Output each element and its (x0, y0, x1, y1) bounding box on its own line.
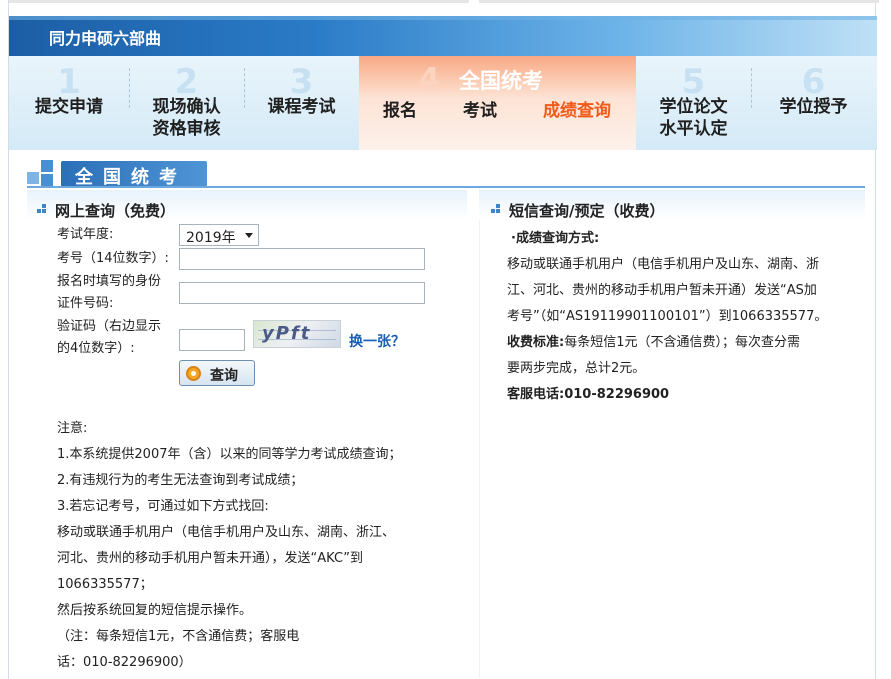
substep-score-query[interactable]: 成绩查询 (543, 96, 611, 121)
online-query-panel: 网上查询（免费） (27, 190, 467, 220)
query-button[interactable]: 查询 (179, 360, 255, 386)
section-divider (27, 186, 865, 188)
step-6[interactable]: 6 学位授予 (751, 56, 876, 150)
exam-number-input[interactable] (179, 248, 425, 270)
page-title: 同力申硕六部曲 (49, 29, 162, 48)
year-value: 2019年 (186, 230, 236, 246)
note-line: 注意: (57, 421, 88, 436)
notes-block: 注意: 1.本系统提供2007年（含）以来的同等学力考试成绩查询； 2.有违规行… (57, 416, 437, 676)
note-line: 河北、贵州的移动手机用户暂未开通），发送“AKC”到 (57, 551, 363, 566)
step-5[interactable]: 5 学位论文 水平认定 (636, 56, 751, 150)
refresh-captcha-link[interactable]: 换一张？ (349, 331, 405, 351)
step-1[interactable]: 1 提交申请 (9, 56, 129, 150)
step-label: 提交申请 (35, 97, 103, 117)
fee-label: 收费标准: (507, 335, 565, 350)
title-bar: 同力申硕六部曲 (9, 16, 877, 56)
bullet-squares-icon (37, 204, 47, 214)
captcha-image[interactable]: yPft (253, 320, 341, 348)
search-icon (186, 366, 201, 381)
method-text: 移动或联通手机用户（电信手机用户及山东、湖南、浙 (507, 257, 820, 272)
query-button-label: 查询 (210, 368, 238, 384)
step-4-active: 4 全国统考 报名 考试 成绩查询 (359, 56, 636, 150)
substep-exam[interactable]: 考试 (463, 96, 497, 121)
step-label: 课程考试 (267, 97, 336, 117)
id-number-input[interactable] (179, 282, 425, 304)
decor-square-icon (41, 160, 53, 172)
fee-text: 每条短信1元（不含通信费）；每次查分需 (564, 335, 800, 350)
step-label: 现场确认 (152, 97, 221, 117)
top-divider (479, 0, 879, 3)
bullet-squares-icon (491, 204, 501, 214)
method-text: 江、河北、贵州的移动手机用户暂未开通）发送“AS加 (507, 283, 817, 298)
step-title: 全国统考 (459, 69, 543, 93)
step-2[interactable]: 2 现场确认 资格审核 (129, 56, 244, 150)
note-line: 话：010-82296900） (57, 655, 192, 670)
section-header: 全国统考 (27, 158, 207, 188)
captcha-text: yPft (262, 323, 312, 344)
sms-query-title: 短信查询/预定（收费） (509, 202, 665, 220)
captcha-label: 验证码（右边显示 的4位数字）: (57, 319, 162, 356)
id-number-label: 报名时填写的身份 证件号码: (57, 274, 162, 311)
note-line: （注：每条短信1元，不含通信费；客服电 (57, 629, 300, 644)
substep-register[interactable]: 报名 (383, 96, 417, 121)
step-3[interactable]: 3 课程考试 (244, 56, 359, 150)
method-text: 考号”（如“AS19119901100101”）到1066335577。 (507, 309, 828, 324)
steps-nav: 1 提交申请 2 现场确认 资格审核 3 课程考试 4 全国统考 报名 考试 成… (9, 56, 877, 150)
captcha-input[interactable] (179, 329, 245, 351)
sms-query-panel: 短信查询/预定（收费） (479, 190, 865, 220)
note-line: 然后按系统回复的短信提示操作。 (57, 603, 253, 618)
top-divider (9, 0, 469, 3)
note-line: 1066335577； (57, 577, 153, 592)
note-line: 移动或联通手机用户（电信手机用户及山东、湖南、浙江、 (57, 525, 396, 540)
page-container: 同力申硕六部曲 1 提交申请 2 现场确认 资格审核 3 课程考试 4 全国统考… (8, 0, 879, 679)
chevron-down-icon (245, 233, 253, 238)
fee-text: 要两步完成，总计2元。 (507, 361, 646, 376)
step-label: 学位授予 (779, 97, 848, 117)
step-number: 4 (419, 62, 440, 97)
note-line: 2.有违规行为的考生无法查询到考试成绩； (57, 473, 304, 488)
note-line: 1.本系统提供2007年（含）以来的同等学力考试成绩查询； (57, 447, 402, 462)
decor-square-icon (41, 174, 53, 186)
note-line: 3.若忘记考号，可通过如下方式找回: (57, 499, 269, 514)
phone-value: 010-82296900 (564, 387, 670, 402)
step-label: 学位论文 (659, 97, 728, 117)
online-query-title: 网上查询（免费） (55, 202, 176, 220)
step-label: 资格审核 (152, 119, 221, 139)
sms-method: ·成绩查询方式: 移动或联通手机用户（电信手机用户及山东、湖南、浙 江、河北、贵… (507, 226, 867, 408)
decor-square-icon (27, 172, 39, 184)
column-divider (479, 188, 480, 678)
phone-label: 客服电话: (507, 387, 565, 402)
step-label: 水平认定 (659, 119, 728, 139)
year-select[interactable]: 2019年 (179, 224, 259, 246)
method-label: ·成绩查询方式: (511, 231, 600, 246)
exam-number-label: 考号（14位数字）: (57, 251, 169, 266)
year-label: 考试年度: (57, 227, 114, 242)
